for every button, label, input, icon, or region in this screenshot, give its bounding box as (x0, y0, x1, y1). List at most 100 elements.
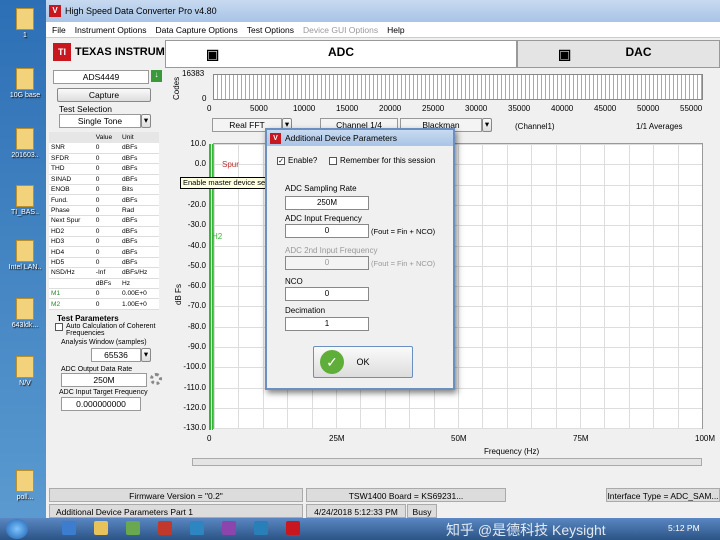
table-cell: 0 (93, 257, 120, 269)
capture-button[interactable]: Capture (57, 88, 151, 102)
decimation-field[interactable]: 1 (285, 317, 369, 331)
tab-dac[interactable]: ▣ DAC (517, 40, 720, 68)
table-row: HD5 0 dBFs (49, 257, 159, 269)
table-cell: 0 (93, 184, 120, 196)
taskbar-app-icon[interactable] (158, 521, 172, 535)
table-cell: M1 (49, 288, 94, 300)
adc-input-target-field[interactable]: 0.000000000 (61, 396, 141, 411)
ok-button[interactable]: ✓ OK (313, 346, 413, 378)
table-cell (49, 278, 94, 289)
table-row: HD4 0 dBFs (49, 246, 159, 258)
table-cell: -Inf (93, 267, 120, 279)
table-cell: 0 (93, 143, 120, 154)
y-tick-label: 10.0 (190, 139, 206, 148)
table-cell: dBFs (120, 153, 159, 165)
date-status: 4/24/2018 5:12:33 PM (306, 504, 406, 518)
horizontal-scrollbar[interactable] (192, 458, 702, 466)
remember-checkbox[interactable] (329, 156, 337, 165)
chevron-down-icon[interactable]: ▾ (482, 118, 492, 132)
y-tick-label: -50.0 (187, 260, 206, 270)
desktop-icon[interactable]: 1 (5, 8, 45, 39)
chevron-down-icon[interactable]: ▾ (141, 114, 151, 128)
spur-marker: Spur (222, 160, 239, 169)
metrics-table: Value Unit SNR 0 dBFs SFDR 0 dBFs THD 0 dBFs SINAD… (49, 132, 159, 310)
desktop-icon[interactable]: TI_BAS.. (5, 185, 45, 216)
desktop-icon[interactable]: poll... (5, 470, 45, 501)
menu-file[interactable]: File (52, 25, 66, 35)
table-row: NSD/Hz -Inf dBFs/Hz (49, 267, 159, 279)
enable-checkbox[interactable]: ✓ (277, 156, 285, 165)
taskbar-hsdc-icon[interactable] (286, 521, 300, 535)
gear-icon[interactable] (150, 372, 162, 385)
table-row: SINAD 0 dBFs (49, 174, 159, 186)
device-select[interactable]: ADS4449 (53, 70, 149, 84)
table-cell: dBFs (120, 174, 159, 186)
desktop-icon[interactable]: 643ldk... (5, 298, 45, 329)
x-tick-label: 100M (695, 434, 716, 443)
menu-data-capture-options[interactable]: Data Capture Options (156, 25, 238, 35)
table-cell: HD4 (49, 246, 94, 258)
adc-output-rate-field[interactable]: 250M (61, 372, 147, 387)
tab-adc[interactable]: ▣ ADC (165, 40, 517, 68)
fout-note-disabled: (Fout = Fin + NCO) (371, 259, 436, 268)
test-selection-dropdown[interactable]: Single Tone (59, 114, 141, 128)
nco-label: NCO (285, 277, 303, 286)
input-frequency-label: ADC Input Frequency (285, 214, 362, 223)
table-cell: HD5 (49, 257, 94, 269)
codes-tick-label: 55000 (680, 104, 703, 113)
checkmark-icon: ✓ (320, 350, 344, 374)
table-cell: dBFs (120, 236, 159, 248)
taskbar-folder-icon[interactable] (94, 521, 108, 535)
table-cell: HD3 (49, 236, 94, 248)
grid-line (531, 144, 533, 428)
input-frequency-field[interactable]: 0 (285, 224, 369, 238)
dialog-title-bar: V Additional Device Parameters (267, 130, 453, 146)
desktop-icon[interactable]: N/V (5, 356, 45, 387)
table-cell: dBFs (120, 226, 159, 238)
sampling-rate-field[interactable]: 250M (285, 196, 369, 210)
taskbar-app-icon[interactable] (222, 521, 236, 535)
menu-bar: File Instrument Options Data Capture Opt… (46, 22, 720, 38)
table-cell: dBFs (120, 163, 159, 175)
desktop-icon[interactable]: 10G base (5, 68, 45, 99)
taskbar-app-icon[interactable] (126, 521, 140, 535)
app-logo-icon: V (270, 132, 281, 144)
taskbar-app-icon[interactable] (190, 521, 204, 535)
table-cell: dBFs (120, 194, 159, 206)
taskbar-app-icon[interactable] (254, 521, 268, 535)
chevron-down-icon[interactable]: ▾ (141, 347, 151, 362)
table-row: SFDR 0 dBFs (49, 153, 159, 165)
table-row: M1 0 0.00E+0 (49, 288, 159, 300)
grid-line (604, 144, 606, 428)
table-cell: 0 (93, 215, 120, 227)
x-tick-label: 25M (329, 434, 345, 443)
codes-tick-label: 10000 (293, 104, 316, 113)
start-button[interactable] (6, 519, 28, 539)
table-cell: 0 (93, 153, 120, 165)
menu-test-options[interactable]: Test Options (247, 25, 294, 35)
y-tick-label: -100.0 (183, 362, 206, 372)
menu-device-gui-options: Device GUI Options (302, 24, 379, 35)
table-cell: SNR (49, 143, 94, 154)
table-cell: M2 (49, 298, 94, 310)
grid-line (506, 144, 508, 428)
table-row: HD2 0 dBFs (49, 226, 159, 238)
analysis-window-field[interactable]: 65536 (91, 347, 141, 362)
auto-calc-checkbox[interactable] (55, 322, 63, 331)
taskbar-app-icon[interactable] (62, 521, 76, 535)
x-tick-label: 75M (573, 434, 589, 443)
nco-field[interactable]: 0 (285, 287, 369, 301)
ti-logo-icon: TI (53, 43, 71, 61)
table-cell: Rad (120, 205, 159, 217)
desktop-icon[interactable]: Intel LAN.. (5, 240, 45, 271)
desktop-icon[interactable]: 201603.. (5, 128, 45, 159)
codes-tick-label: 50000 (637, 104, 660, 113)
table-cell: THD (49, 163, 94, 175)
grid-line (653, 144, 655, 428)
y-axis-label: dB Fs (173, 284, 183, 305)
channel-label: (Channel1) (515, 122, 555, 131)
menu-instrument-options[interactable]: Instrument Options (75, 25, 147, 35)
watermark: 知乎 @是德科技 Keysight (446, 522, 606, 538)
menu-help[interactable]: Help (387, 25, 404, 35)
download-arrow-icon[interactable]: ↓ (151, 70, 162, 82)
